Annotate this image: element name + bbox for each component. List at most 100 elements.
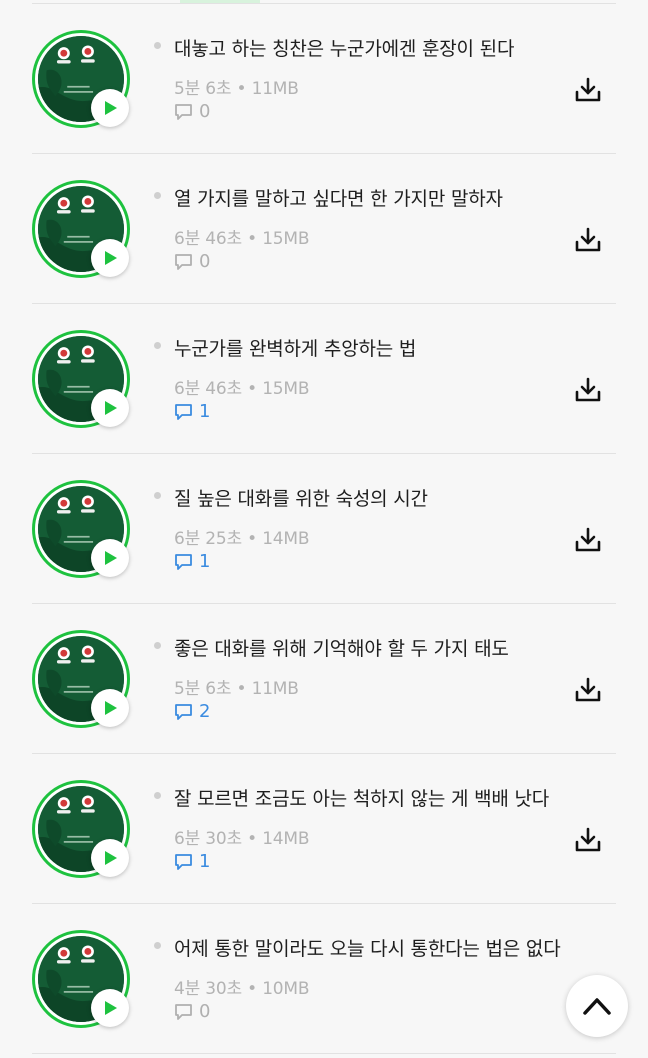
episode-meta: 6분 25초 • 14MB (174, 524, 310, 549)
comment-icon (175, 703, 192, 720)
download-icon[interactable] (574, 526, 602, 554)
episode-meta: 6분 46초 • 15MB (174, 374, 310, 399)
download-icon[interactable] (574, 376, 602, 404)
meta-separator: • (247, 229, 263, 249)
comment-icon (175, 1003, 192, 1020)
comment-icon (175, 553, 192, 570)
play-button[interactable] (91, 389, 129, 427)
meta-separator: • (247, 379, 263, 399)
comment-count[interactable]: 1 (174, 401, 210, 422)
episode-title[interactable]: 어제 통한 말이라도 오늘 다시 통한다는 법은 없다 (174, 934, 564, 964)
play-icon (105, 551, 117, 565)
episode-list: 대놓고 하는 칭찬은 누군가에겐 훈장이 된다 5분 6초 • 11MB 0 열… (0, 4, 648, 1054)
episode-list-screen: 대놓고 하는 칭찬은 누군가에겐 훈장이 된다 5분 6초 • 11MB 0 열… (0, 0, 648, 1058)
episode-item[interactable]: 대놓고 하는 칭찬은 누군가에겐 훈장이 된다 5분 6초 • 11MB 0 (32, 4, 616, 154)
meta-separator: • (247, 829, 263, 849)
episode-meta: 4분 30초 • 10MB (174, 974, 310, 999)
comment-icon (175, 103, 192, 120)
comment-count-value: 0 (199, 251, 211, 272)
episode-meta: 6분 46초 • 15MB (174, 224, 310, 249)
episode-title[interactable]: 좋은 대화를 위해 기억해야 할 두 가지 태도 (174, 634, 564, 664)
unplayed-dot (154, 942, 161, 949)
comment-icon (175, 253, 192, 270)
episode-meta: 6분 30초 • 14MB (174, 824, 310, 849)
episode-thumbnail[interactable] (32, 780, 130, 878)
play-button[interactable] (91, 989, 129, 1027)
play-button[interactable] (91, 839, 129, 877)
comment-count[interactable]: 1 (174, 851, 210, 872)
comment-count[interactable]: 0 (174, 1001, 210, 1022)
download-icon[interactable] (574, 226, 602, 254)
play-icon (105, 701, 117, 715)
play-icon (105, 101, 117, 115)
comment-count-value: 0 (199, 101, 211, 122)
episode-thumbnail[interactable] (32, 180, 130, 278)
episode-meta: 5분 6초 • 11MB (174, 674, 299, 699)
episode-duration: 5분 6초 (174, 79, 232, 99)
comment-count[interactable]: 0 (174, 101, 210, 122)
download-icon[interactable] (574, 76, 602, 104)
comment-count[interactable]: 2 (174, 701, 210, 722)
unplayed-dot (154, 42, 161, 49)
episode-item[interactable]: 잘 모르면 조금도 아는 척하지 않는 게 백배 낫다 6분 30초 • 14M… (32, 754, 616, 904)
meta-separator: • (247, 529, 263, 549)
play-icon (105, 401, 117, 415)
comment-count[interactable]: 0 (174, 251, 210, 272)
play-button[interactable] (91, 539, 129, 577)
episode-item[interactable]: 열 가지를 말하고 싶다면 한 가지만 말하자 6분 46초 • 15MB 0 (32, 154, 616, 304)
comment-count-value: 2 (199, 701, 211, 722)
comment-count-value: 1 (199, 401, 211, 422)
unplayed-dot (154, 792, 161, 799)
play-button[interactable] (91, 89, 129, 127)
episode-thumbnail[interactable] (32, 930, 130, 1028)
episode-meta: 5분 6초 • 11MB (174, 74, 299, 99)
episode-size: 11MB (251, 679, 299, 699)
download-icon[interactable] (574, 676, 602, 704)
comment-count-value: 0 (199, 1001, 211, 1022)
comment-icon (175, 403, 192, 420)
episode-size: 14MB (262, 529, 310, 549)
episode-size: 15MB (262, 229, 310, 249)
play-icon (105, 251, 117, 265)
meta-separator: • (236, 79, 252, 99)
comment-count-value: 1 (199, 851, 211, 872)
episode-item[interactable]: 질 높은 대화를 위한 숙성의 시간 6분 25초 • 14MB 1 (32, 454, 616, 604)
play-button[interactable] (91, 689, 129, 727)
play-icon (105, 851, 117, 865)
unplayed-dot (154, 492, 161, 499)
unplayed-dot (154, 342, 161, 349)
episode-title[interactable]: 누군가를 완벽하게 추앙하는 법 (174, 334, 564, 364)
episode-duration: 6분 30초 (174, 829, 242, 849)
episode-thumbnail[interactable] (32, 330, 130, 428)
episode-size: 10MB (262, 979, 310, 999)
episode-thumbnail[interactable] (32, 480, 130, 578)
episode-title[interactable]: 잘 모르면 조금도 아는 척하지 않는 게 백배 낫다 (174, 784, 564, 814)
episode-thumbnail[interactable] (32, 30, 130, 128)
meta-separator: • (236, 679, 252, 699)
episode-size: 15MB (262, 379, 310, 399)
episode-duration: 6분 46초 (174, 229, 242, 249)
comment-count-value: 1 (199, 551, 211, 572)
episode-title[interactable]: 대놓고 하는 칭찬은 누군가에겐 훈장이 된다 (174, 34, 564, 64)
meta-separator: • (247, 979, 263, 999)
chevron-up-icon (583, 998, 611, 1015)
download-icon[interactable] (574, 826, 602, 854)
play-button[interactable] (91, 239, 129, 277)
episode-thumbnail[interactable] (32, 630, 130, 728)
comment-icon (175, 853, 192, 870)
comment-count[interactable]: 1 (174, 551, 210, 572)
episode-item[interactable]: 누군가를 완벽하게 추앙하는 법 6분 46초 • 15MB 1 (32, 304, 616, 454)
scroll-to-top-button[interactable] (566, 975, 628, 1037)
episode-duration: 6분 46초 (174, 379, 242, 399)
episode-duration: 5분 6초 (174, 679, 232, 699)
episode-title[interactable]: 열 가지를 말하고 싶다면 한 가지만 말하자 (174, 184, 564, 214)
play-icon (105, 1001, 117, 1015)
unplayed-dot (154, 642, 161, 649)
episode-title[interactable]: 질 높은 대화를 위한 숙성의 시간 (174, 484, 564, 514)
episode-size: 11MB (251, 79, 299, 99)
episode-item[interactable]: 어제 통한 말이라도 오늘 다시 통한다는 법은 없다 4분 30초 • 10M… (32, 904, 616, 1054)
episode-duration: 6분 25초 (174, 529, 242, 549)
episode-duration: 4분 30초 (174, 979, 242, 999)
episode-size: 14MB (262, 829, 310, 849)
episode-item[interactable]: 좋은 대화를 위해 기억해야 할 두 가지 태도 5분 6초 • 11MB 2 (32, 604, 616, 754)
